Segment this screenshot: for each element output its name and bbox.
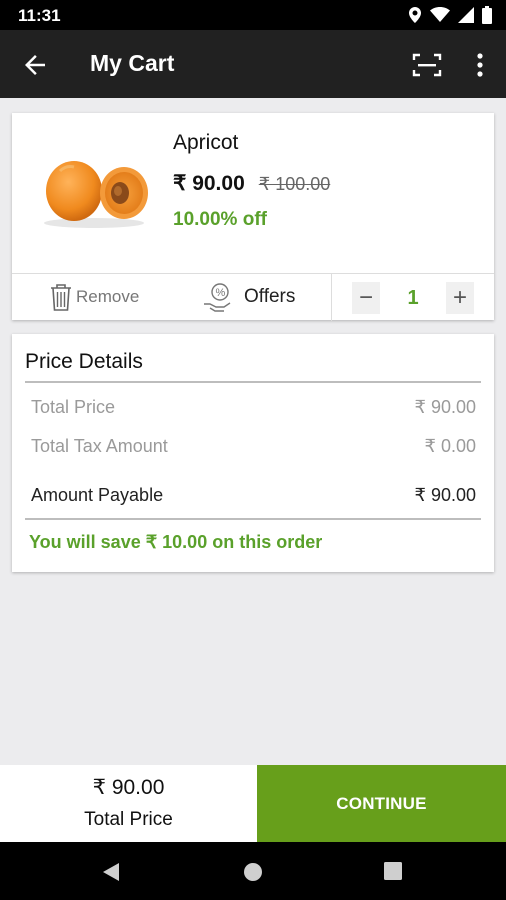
divider (25, 518, 481, 520)
checkout-bar: ₹ 90.00 Total Price CONTINUE (0, 765, 506, 842)
divider (331, 274, 332, 321)
back-arrow-icon[interactable] (20, 50, 50, 80)
row-value: ₹ 90.00 (414, 485, 477, 505)
savings-message: You will save ₹ 10.00 on this order (29, 532, 323, 552)
total-price-row: Total Price ₹ 90.00 (31, 397, 476, 418)
total-summary: ₹ 90.00 Total Price (0, 765, 257, 842)
more-vert-icon[interactable] (470, 50, 490, 80)
continue-button[interactable]: CONTINUE (257, 765, 506, 842)
price-details-card: Price Details Total Price ₹ 90.00 Total … (12, 334, 494, 572)
system-nav-bar (0, 842, 506, 900)
amount-payable-row: Amount Payable ₹ 90.00 (31, 485, 476, 506)
row-label: Amount Payable (31, 485, 164, 505)
remove-label: Remove (76, 287, 140, 306)
divider (25, 381, 481, 383)
signal-icon (458, 7, 474, 23)
nav-recents-icon[interactable] (384, 862, 402, 880)
total-price-value: ₹ 90.00 (92, 776, 165, 799)
svg-text:%: % (216, 287, 226, 299)
remove-button[interactable]: Remove (48, 282, 139, 312)
app-bar: My Cart (0, 30, 506, 98)
quantity-stepper: − 1 + (352, 282, 474, 314)
decrease-quantity-button[interactable]: − (352, 282, 380, 314)
scan-icon[interactable] (412, 52, 442, 78)
row-value: ₹ 90.00 (414, 397, 477, 417)
offers-label: Offers (244, 286, 296, 307)
row-value: ₹ 0.00 (424, 436, 477, 456)
page-title: My Cart (90, 50, 175, 76)
status-bar: 11:31 (0, 0, 506, 30)
price-row: ₹ 90.00 ₹ 100.00 (173, 171, 330, 196)
product-name: Apricot (173, 131, 239, 154)
battery-icon (482, 6, 492, 24)
total-price-label: Total Price (84, 809, 173, 830)
increase-quantity-button[interactable]: + (446, 282, 474, 314)
tax-amount-row: Total Tax Amount ₹ 0.00 (31, 436, 476, 457)
sale-price: ₹ 90.00 (173, 172, 245, 195)
price-details-title: Price Details (25, 350, 143, 373)
status-icons (408, 6, 492, 24)
product-image (44, 161, 148, 228)
discount-label: 10.00% off (173, 209, 267, 230)
offer-hand-icon: % (204, 283, 231, 312)
quantity-value: 1 (407, 286, 419, 309)
trash-icon (51, 284, 71, 311)
cart-item-card: Apricot ₹ 90.00 ₹ 100.00 10.00% off Remo… (12, 113, 494, 321)
row-label: Total Tax Amount (31, 436, 168, 456)
offers-button[interactable]: % Offers (202, 282, 295, 312)
status-time: 11:31 (18, 6, 61, 25)
nav-back-icon[interactable] (101, 862, 121, 882)
row-label: Total Price (31, 397, 116, 417)
wifi-icon (430, 7, 450, 22)
cart-item-actions: Remove % Offers − 1 + (12, 273, 494, 321)
nav-home-icon[interactable] (243, 862, 263, 882)
location-icon (409, 7, 421, 23)
original-price: ₹ 100.00 (258, 174, 331, 194)
